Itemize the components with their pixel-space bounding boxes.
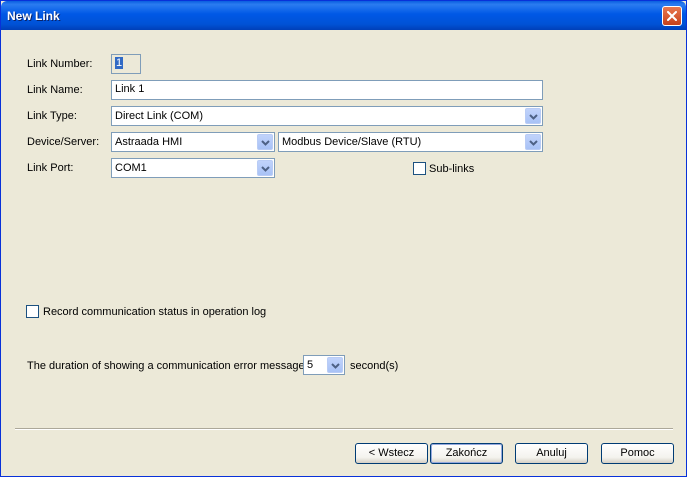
back-button[interactable]: < Wstecz <box>355 443 428 464</box>
error-duration-label: The duration of showing a communication … <box>27 360 308 372</box>
link-type-label: Link Type: <box>27 110 77 122</box>
sub-links-label: Sub-links <box>429 163 475 175</box>
link-type-dropdown-button[interactable] <box>525 108 541 124</box>
link-port-label: Link Port: <box>27 162 74 174</box>
help-button[interactable]: Pomoc <box>601 443 674 464</box>
link-type-select[interactable]: Direct Link (COM) <box>111 106 543 126</box>
chevron-down-icon <box>529 140 538 146</box>
close-button[interactable] <box>662 6 682 26</box>
device-dropdown-button[interactable] <box>257 134 273 150</box>
button-separator <box>15 428 673 430</box>
protocol-dropdown-button[interactable] <box>525 134 541 150</box>
cancel-button[interactable]: Anuluj <box>515 443 588 464</box>
link-type-value: Direct Link (COM) <box>115 110 204 122</box>
link-name-value: Link 1 <box>115 83 145 95</box>
sub-links-checkbox[interactable] <box>413 162 426 175</box>
link-port-dropdown-button[interactable] <box>257 160 273 176</box>
error-duration-value: 5 <box>307 359 314 371</box>
device-select[interactable]: Astraada HMI <box>111 132 275 152</box>
protocol-select[interactable]: Modbus Device/Slave (RTU) <box>278 132 543 152</box>
link-port-select[interactable]: COM1 <box>111 158 275 178</box>
record-status-checkbox[interactable] <box>26 305 39 318</box>
error-duration-dropdown-button[interactable] <box>327 357 343 373</box>
link-name-input[interactable]: Link 1 <box>111 80 543 100</box>
error-duration-select[interactable]: 5 <box>303 355 345 375</box>
title-bar[interactable]: New Link <box>1 1 686 30</box>
chevron-down-icon <box>331 363 340 369</box>
link-port-value: COM1 <box>115 162 147 174</box>
window-title: New Link <box>7 9 60 23</box>
link-name-label: Link Name: <box>27 84 83 96</box>
chevron-down-icon <box>261 140 270 146</box>
error-duration-unit: second(s) <box>350 360 399 372</box>
device-server-label: Device/Server: <box>27 136 100 148</box>
record-status-label: Record communication status in operation… <box>43 306 267 318</box>
chevron-down-icon <box>529 114 538 120</box>
protocol-value: Modbus Device/Slave (RTU) <box>282 136 422 148</box>
link-number-label: Link Number: <box>27 58 93 70</box>
close-icon <box>667 11 677 21</box>
chevron-down-icon <box>261 166 270 172</box>
link-number-field[interactable]: 1 <box>111 54 141 74</box>
device-value: Astraada HMI <box>115 136 183 148</box>
finish-button[interactable]: Zakończ <box>430 443 503 464</box>
new-link-dialog: New Link Link Number: 1 Link Name: Link … <box>0 0 687 477</box>
link-number-value: 1 <box>115 57 124 69</box>
